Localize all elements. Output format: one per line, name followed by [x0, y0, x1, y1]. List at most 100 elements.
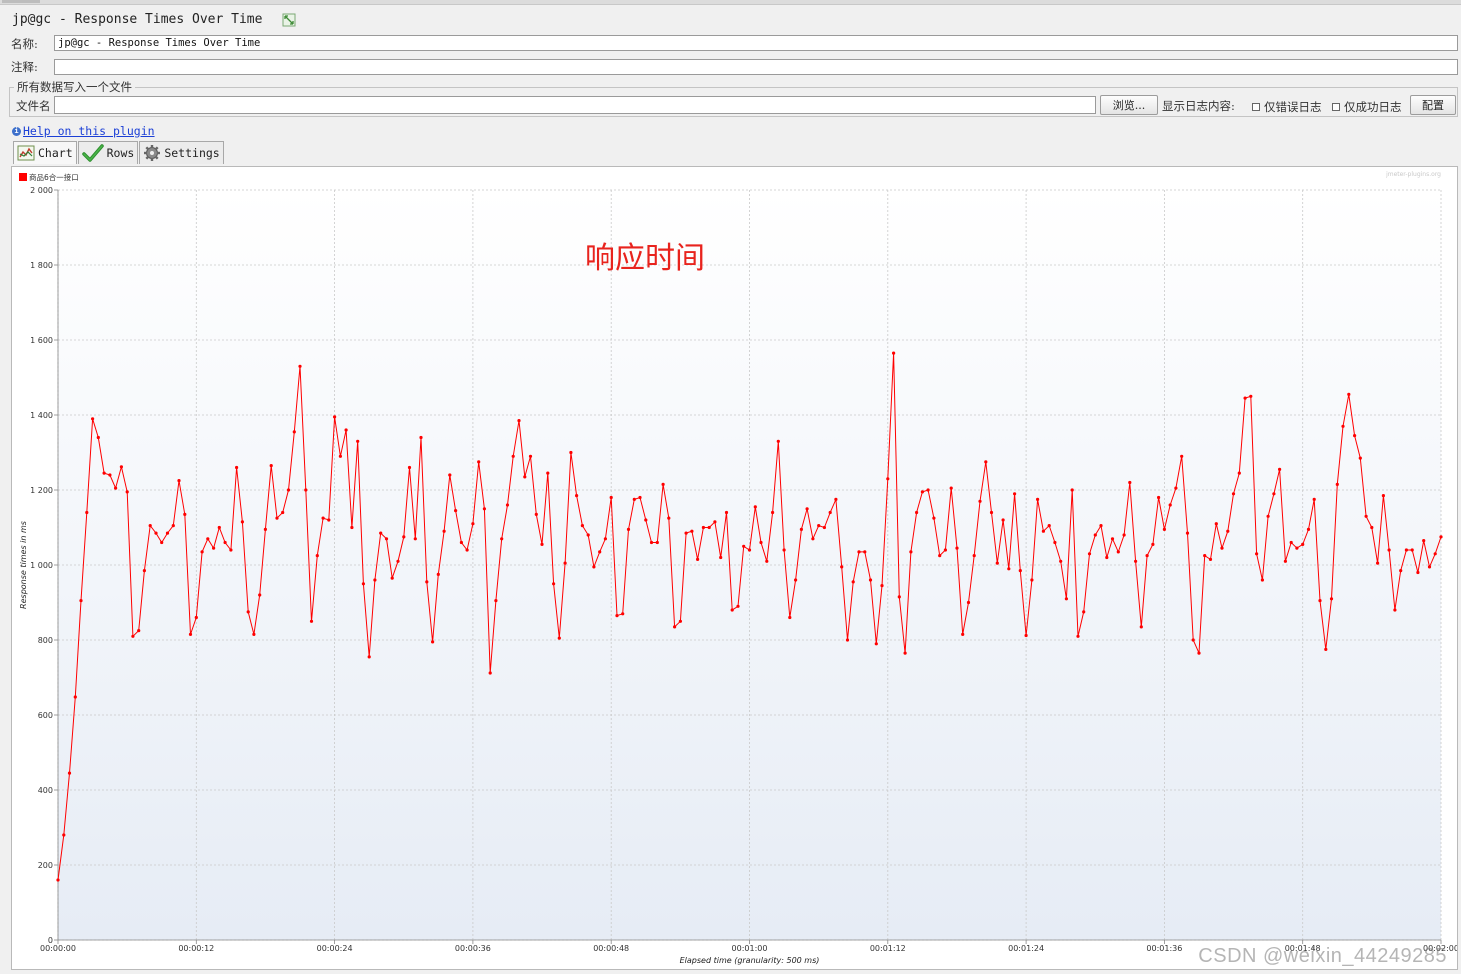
data-point — [309, 619, 314, 623]
help-link[interactable]: Help on this plugin — [23, 124, 155, 138]
data-point — [834, 497, 838, 501]
data-point — [1249, 394, 1253, 398]
data-point — [1053, 540, 1057, 545]
data-point — [742, 544, 746, 548]
data-point — [1422, 539, 1426, 543]
data-point — [419, 435, 423, 440]
tab-settings-label: Settings — [164, 146, 220, 160]
data-point — [1099, 524, 1103, 528]
data-point — [626, 527, 631, 531]
data-point — [897, 595, 901, 599]
data-point — [1439, 535, 1443, 539]
data-point — [1295, 546, 1299, 550]
data-point — [563, 561, 567, 565]
data-point — [223, 540, 227, 545]
name-label: 名称: — [11, 37, 38, 51]
y-tick-label: 1 800 — [30, 261, 53, 270]
data-point — [188, 632, 193, 636]
csdn-watermark: CSDN @weixin_44249285 — [1198, 945, 1447, 967]
data-point — [321, 516, 325, 520]
tab-rows[interactable]: Rows — [77, 141, 139, 164]
data-point — [315, 554, 319, 558]
tab-chart-label: Chart — [38, 146, 73, 160]
data-point — [194, 615, 198, 620]
response-time-chart: 02004006008001 0001 2001 4001 6001 8002 … — [19, 172, 1457, 965]
data-point — [1289, 540, 1293, 545]
data-point — [989, 510, 994, 515]
data-point — [517, 419, 521, 423]
data-point — [286, 488, 291, 492]
title-row: jp@gc - Response Times Over Time — [12, 9, 296, 29]
data-point — [1347, 392, 1351, 396]
help-row: i Help on this plugin — [12, 124, 155, 138]
data-point — [212, 546, 216, 550]
data-point — [488, 671, 492, 675]
data-point — [1341, 424, 1345, 428]
data-point — [1306, 527, 1311, 531]
data-point — [759, 540, 763, 545]
data-point — [240, 520, 244, 524]
window-tab-stub[interactable] — [2, 0, 40, 3]
data-point — [868, 578, 873, 582]
data-point — [799, 527, 804, 531]
data-point — [298, 364, 302, 368]
data-point — [1231, 492, 1236, 496]
y-tick-label: 1 200 — [30, 486, 53, 495]
data-point — [528, 454, 533, 458]
data-point — [1318, 599, 1322, 603]
configure-button[interactable]: 配置 — [1410, 95, 1456, 115]
data-point — [482, 507, 486, 511]
data-point — [840, 565, 844, 569]
success-only-checkbox[interactable]: 仅成功日志 — [1332, 99, 1402, 115]
data-point — [892, 351, 896, 355]
info-icon: i — [12, 126, 21, 136]
data-point — [1208, 557, 1213, 561]
data-point — [85, 510, 89, 515]
data-point — [154, 531, 158, 535]
data-point — [304, 488, 308, 492]
log-content-label: 显示日志内容: — [1162, 99, 1235, 113]
data-point — [1335, 482, 1339, 486]
data-point — [390, 576, 394, 580]
data-point — [903, 651, 907, 655]
tab-settings[interactable]: Settings — [139, 141, 224, 164]
filename-field[interactable] — [54, 96, 1096, 114]
errors-only-box[interactable] — [1252, 103, 1260, 111]
data-point — [782, 548, 786, 552]
data-point — [638, 495, 642, 500]
data-point — [546, 471, 550, 475]
data-point — [413, 537, 417, 541]
x-tick-label: 00:01:24 — [1008, 944, 1044, 953]
data-point — [1168, 503, 1172, 507]
data-point — [586, 533, 590, 537]
data-point — [384, 537, 389, 541]
data-point — [1197, 651, 1201, 655]
errors-only-checkbox[interactable]: 仅错误日志 — [1252, 99, 1322, 115]
tab-chart[interactable]: Chart — [13, 141, 77, 164]
data-point — [79, 599, 83, 603]
data-point — [177, 479, 181, 483]
data-point — [603, 537, 608, 541]
data-point — [926, 488, 930, 492]
comment-field[interactable] — [54, 59, 1458, 75]
jmeter-plugins-mark: jmeter-plugins.org — [1386, 171, 1441, 178]
data-point — [1364, 514, 1368, 518]
data-point — [845, 638, 850, 642]
data-point — [552, 582, 556, 586]
chart-panel: 0 200 400 600 800 1 000 1 200 1 400 1 600 1 800 2 … — [11, 166, 1458, 970]
expand-icon[interactable] — [282, 12, 296, 27]
data-point — [776, 439, 780, 443]
data-point — [1358, 456, 1362, 460]
name-field[interactable]: jp@gc - Response Times Over Time — [54, 35, 1458, 51]
data-point — [1324, 647, 1328, 651]
success-only-box[interactable] — [1332, 103, 1340, 111]
browse-button[interactable]: 浏览... — [1100, 95, 1158, 115]
data-point — [505, 503, 510, 507]
data-point — [1329, 597, 1334, 601]
y-tick-label: 800 — [38, 636, 53, 645]
errors-only-label: 仅错误日志 — [1264, 100, 1322, 114]
data-point — [1243, 396, 1247, 400]
success-only-label: 仅成功日志 — [1344, 100, 1402, 114]
data-point — [696, 557, 700, 561]
data-point — [263, 527, 267, 531]
